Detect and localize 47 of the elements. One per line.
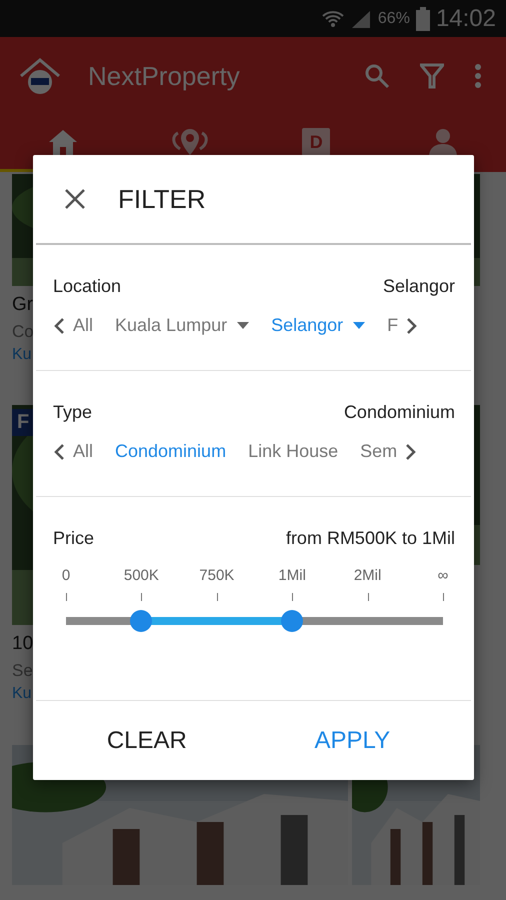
filter-value: Selangor xyxy=(382,276,455,297)
listing-title: 10 xyxy=(12,633,34,656)
filter-value: Condominium xyxy=(344,402,455,423)
filter-option[interactable]: Sem xyxy=(360,441,398,462)
filter-option[interactable]: Selangor xyxy=(271,315,366,336)
chevron-right-icon[interactable] xyxy=(405,442,418,460)
filter-option[interactable]: All xyxy=(73,441,94,462)
chevron-right-icon[interactable] xyxy=(406,316,418,334)
filter-value: from RM500K to 1Mil xyxy=(286,528,455,549)
chevron-left-icon[interactable] xyxy=(53,442,65,460)
filter-label: Price xyxy=(53,528,94,549)
house-logo-icon xyxy=(18,56,62,96)
filter-option[interactable]: Link House xyxy=(248,441,338,462)
listing-title: Gr xyxy=(12,294,34,316)
chevron-left-icon[interactable] xyxy=(53,316,65,334)
slider-thumb[interactable] xyxy=(281,610,304,632)
search-icon xyxy=(364,63,390,89)
apply-button[interactable]: APPLY xyxy=(302,718,402,762)
tick-label: 2Mil xyxy=(354,567,382,584)
d-logo-icon: D xyxy=(302,128,330,156)
filter-icon xyxy=(420,63,444,89)
filter-label: Type xyxy=(53,402,92,423)
wifi-icon xyxy=(322,8,344,28)
listing-location: Ku xyxy=(12,685,32,704)
tick-label: 750K xyxy=(199,567,234,584)
tick-label: ∞ xyxy=(438,567,448,584)
battery-icon xyxy=(416,6,430,30)
filter-label: Location xyxy=(53,276,122,297)
filter-option[interactable]: Condominium xyxy=(115,441,226,462)
more-icon xyxy=(474,63,482,89)
filter-option[interactable]: Kuala Lumpur xyxy=(115,315,250,336)
tick-label: 500K xyxy=(124,567,159,584)
listing-badge: F xyxy=(12,409,34,436)
signal-icon xyxy=(350,8,372,28)
dialog-title: FILTER xyxy=(118,184,206,214)
close-icon xyxy=(64,188,86,210)
close-button[interactable] xyxy=(64,188,86,210)
tick-label: 0 xyxy=(62,567,70,584)
app-title: NextProperty xyxy=(88,60,241,92)
clock: 14:02 xyxy=(436,4,496,32)
filter-option[interactable]: F xyxy=(387,315,398,336)
filter-option[interactable]: All xyxy=(73,315,94,336)
clear-button[interactable]: CLEAR xyxy=(94,718,199,762)
tick-label: 1Mil xyxy=(278,567,306,584)
battery-percent: 66% xyxy=(378,10,410,28)
listing-location: Ku xyxy=(12,346,32,364)
slider-thumb[interactable] xyxy=(130,610,152,632)
